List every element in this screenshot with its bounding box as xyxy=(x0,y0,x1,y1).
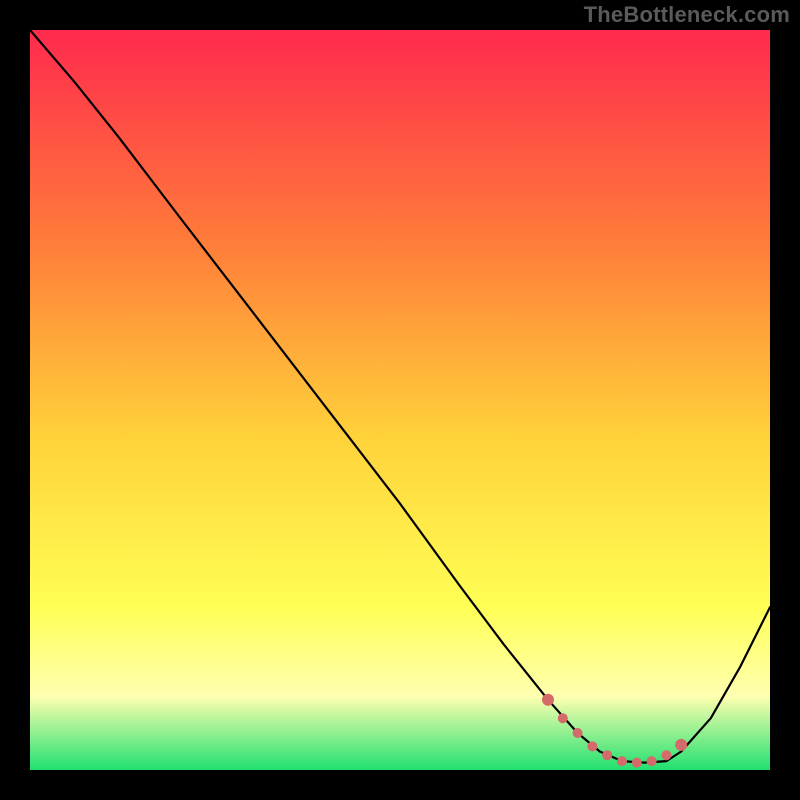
highlight-point xyxy=(661,750,671,760)
highlight-point xyxy=(617,756,627,766)
highlight-point xyxy=(647,756,657,766)
highlight-point xyxy=(587,741,597,751)
plot-area xyxy=(30,30,770,770)
highlight-point xyxy=(558,713,568,723)
highlight-point xyxy=(573,728,583,738)
gradient-background xyxy=(30,30,770,770)
highlight-point xyxy=(542,694,554,706)
bottleneck-chart xyxy=(30,30,770,770)
chart-frame: TheBottleneck.com xyxy=(0,0,800,800)
highlight-point xyxy=(675,739,687,751)
watermark-label: TheBottleneck.com xyxy=(584,2,790,28)
highlight-point xyxy=(632,758,642,768)
highlight-point xyxy=(602,750,612,760)
